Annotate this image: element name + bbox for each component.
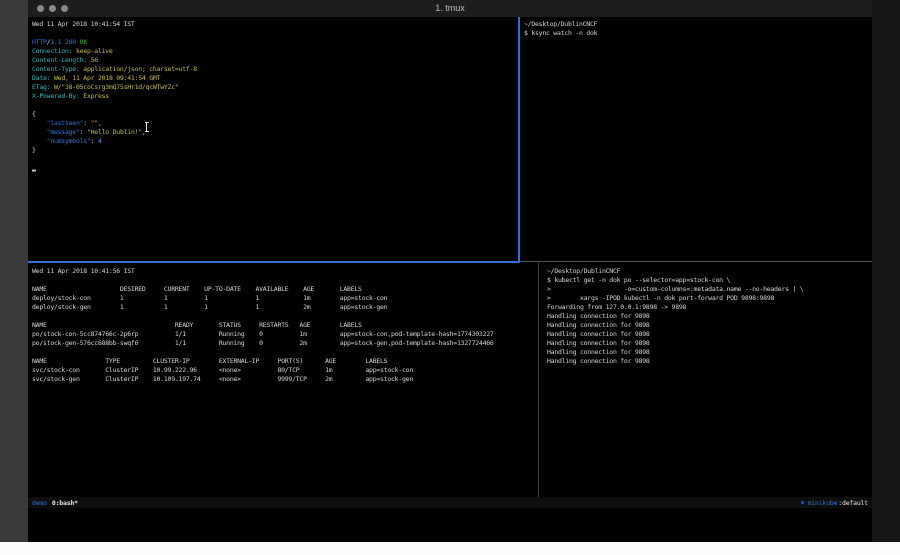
terminal-window: 1. tmux Wed 11 Apr 2018 10:41:54 IST HTTP… bbox=[28, 0, 872, 542]
terminal-line: ETag: W/"38-05coCsrg3mQ75sHr1d/qcWTwYZc" bbox=[32, 83, 520, 92]
terminal-line: Handling connection for 9898 bbox=[547, 312, 876, 321]
terminal-line bbox=[32, 155, 520, 164]
minimize-button[interactable] bbox=[49, 5, 56, 12]
terminal-line: } bbox=[32, 146, 520, 155]
terminal-line: svc/stock-gen ClusterIP 10.109.197.74 <n… bbox=[32, 375, 540, 384]
terminal-line: deploy/stock-gen 1 1 1 1 2m app=stock-ge… bbox=[32, 303, 540, 312]
terminal-line: Content-Type: application/json; charset=… bbox=[32, 65, 520, 74]
terminal-line: NAME READY STATUS RESTARTS AGE LABELS bbox=[32, 321, 540, 330]
window-titlebar: 1. tmux bbox=[28, 0, 872, 18]
terminal-line: "message": "Hello Dublin!", bbox=[32, 128, 520, 137]
pane-top-left-http-response[interactable]: Wed 11 Apr 2018 10:41:54 IST HTTP/1.1 200… bbox=[28, 17, 520, 264]
tmux-session-name: demo bbox=[32, 499, 47, 507]
kube-namespace-label: :default bbox=[838, 499, 868, 507]
terminal-line: Handling connection for 9898 bbox=[547, 357, 876, 366]
terminal-line: ▂ bbox=[32, 164, 520, 173]
terminal-line bbox=[32, 348, 540, 357]
terminal-line: $ ksync watch -n dok bbox=[524, 29, 873, 38]
pane-bottom-left-kubectl-get[interactable]: Wed 11 Apr 2018 10:41:56 IST NAME DESIRED… bbox=[28, 263, 540, 500]
terminal-line: "numsymbols": 4 bbox=[32, 137, 520, 146]
status-bar-right: ⎈ minikube :default bbox=[800, 498, 868, 507]
tmux-window-label[interactable]: 0:bash* bbox=[52, 499, 78, 507]
terminal-line: { bbox=[32, 110, 520, 119]
maximize-button[interactable] bbox=[61, 5, 68, 12]
terminal-line: Wed 11 Apr 2018 10:41:56 IST bbox=[32, 267, 540, 276]
screen: 1. tmux Wed 11 Apr 2018 10:41:54 IST HTTP… bbox=[0, 0, 900, 555]
terminal-line: $ kubectl get -n dok po --selector=app=s… bbox=[547, 276, 876, 285]
terminal-line: Handling connection for 9898 bbox=[547, 330, 876, 339]
terminal-line: po/stock-gen-576cc688bb-swqf6 1/1 Runnin… bbox=[32, 339, 540, 348]
bottom-white-strip bbox=[0, 542, 900, 555]
terminal-line: Handling connection for 9898 bbox=[547, 348, 876, 357]
pane-divider-horizontal[interactable] bbox=[520, 261, 872, 262]
pane-top-right-ksync[interactable]: ~/Desktop/DublinCNCF$ ksync watch -n dok bbox=[521, 17, 873, 264]
pane-divider-vertical-bottom[interactable] bbox=[538, 263, 539, 497]
terminal-line: ~/Desktop/DublinCNCF bbox=[524, 20, 873, 29]
terminal-line: NAME TYPE CLUSTER-IP EXTERNAL-IP PORT(S)… bbox=[32, 357, 540, 366]
traffic-lights bbox=[37, 5, 68, 12]
terminal-line: Date: Wed, 11 Apr 2018 09:41:54 GMT bbox=[32, 74, 520, 83]
helm-wheel-icon: ⎈ bbox=[800, 498, 804, 507]
terminal-line: NAME DESIRED CURRENT UP-TO-DATE AVAILABL… bbox=[32, 285, 540, 294]
terminal-line: HTTP/1.1 200 OK bbox=[32, 38, 520, 47]
terminal-line bbox=[32, 101, 520, 110]
close-button[interactable] bbox=[37, 5, 44, 12]
terminal-line: Content-Length: 56 bbox=[32, 56, 520, 65]
pane-bottom-right-port-forward[interactable]: ~/Desktop/DublinCNCF$ kubectl get -n dok… bbox=[541, 263, 876, 500]
terminal-line: Handling connection for 9898 bbox=[547, 339, 876, 348]
desktop-background-left bbox=[0, 0, 28, 542]
terminal-line: X-Powered-By: Express bbox=[32, 92, 520, 101]
window-title: 1. tmux bbox=[28, 0, 872, 17]
kube-context-label: minikube bbox=[808, 499, 838, 507]
terminal-line: "lastseen": "", bbox=[32, 119, 520, 128]
pane-divider-vertical-top[interactable] bbox=[518, 17, 520, 262]
terminal-line bbox=[32, 276, 540, 285]
terminal-line: deploy/stock-con 1 1 1 1 1m app=stock-co… bbox=[32, 294, 540, 303]
mouse-cursor bbox=[146, 123, 147, 131]
terminal-line: > xargs -IPOD kubectl -n dok port-forwar… bbox=[547, 294, 876, 303]
terminal-line: Handling connection for 9898 bbox=[547, 321, 876, 330]
terminal-line: ~/Desktop/DublinCNCF bbox=[547, 267, 876, 276]
terminal-line: Wed 11 Apr 2018 10:41:54 IST bbox=[32, 20, 520, 29]
terminal-line bbox=[32, 29, 520, 38]
desktop-background-right bbox=[872, 0, 900, 542]
terminal-line: Connection: keep-alive bbox=[32, 47, 520, 56]
terminal-line bbox=[32, 312, 540, 321]
terminal-line: svc/stock-con ClusterIP 10.99.222.96 <no… bbox=[32, 366, 540, 375]
terminal-line: po/stock-con-5cc874766c-2p6rp 1/1 Runnin… bbox=[32, 330, 540, 339]
terminal-line: Forwarding from 127.0.0.1:9898 -> 9898 bbox=[547, 303, 876, 312]
terminal-line: > -o=custom-columns=:metadata.name --no-… bbox=[547, 285, 876, 294]
tmux-status-bar: demo 0:bash* ⎈ minikube :default bbox=[28, 497, 872, 508]
